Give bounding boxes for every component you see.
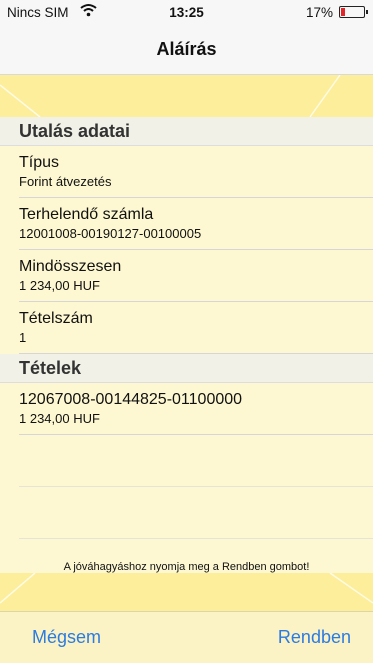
section-header-details: Utalás adatai (0, 117, 373, 146)
approval-hint: A jóváhagyáshoz nyomja meg a Rendben gom… (63, 561, 310, 573)
empty-row (19, 435, 373, 487)
row-label: Típus (19, 154, 60, 171)
row-value: 12001008-00190127-00100005 (19, 226, 202, 241)
detail-row-debit-account: Terhelendő számla 12001008-00190127-0010… (19, 198, 373, 250)
ok-button[interactable]: Rendben (278, 627, 351, 648)
battery-level (341, 8, 345, 16)
row-label: Tételszám (19, 310, 93, 327)
row-value: 1 (19, 330, 27, 345)
decorative-band-top (0, 75, 373, 117)
empty-row (19, 487, 373, 539)
row-value: 1 234,00 HUF (19, 411, 100, 426)
status-bar: Nincs SIM 13:25 17% (0, 0, 373, 26)
detail-row-type: Típus Forint átvezetés (19, 146, 373, 198)
battery-icon (339, 6, 368, 18)
detail-row-item-count: Tételszám 1 (19, 302, 373, 354)
decorative-band-bottom (0, 573, 373, 611)
navigation-bar: Aláírás (0, 26, 373, 75)
detail-row-total: Mindösszesen 1 234,00 HUF (19, 250, 373, 302)
row-label: 12067008-00144825-01100000 (19, 391, 243, 408)
row-value: Forint átvezetés (19, 174, 112, 189)
bottom-toolbar: Mégsem Rendben (0, 611, 373, 663)
row-label: Terhelendő számla (19, 206, 154, 223)
page-title: Aláírás (156, 39, 217, 59)
row-value: 1 234,00 HUF (19, 278, 100, 293)
cancel-button[interactable]: Mégsem (32, 627, 101, 648)
item-row: 12067008-00144825-01100000 1 234,00 HUF (19, 383, 373, 435)
row-label: Mindösszesen (19, 258, 122, 275)
section-header-items: Tételek (0, 354, 373, 383)
battery-percent: 17% (305, 5, 333, 20)
content-list: Utalás adatai Típus Forint átvezetés Ter… (0, 117, 373, 573)
